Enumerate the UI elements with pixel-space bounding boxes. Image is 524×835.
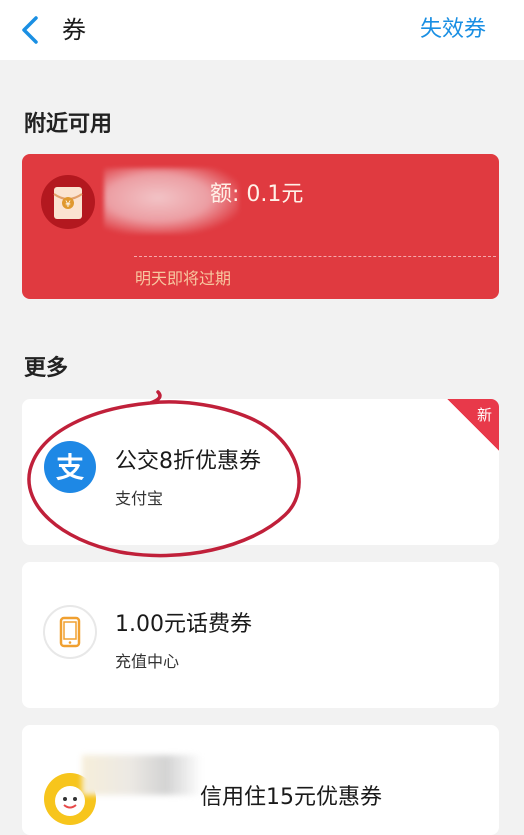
svg-text:¥: ¥: [65, 200, 71, 210]
section-title-more: 更多: [24, 356, 69, 381]
coupon-merchant: 支付宝: [115, 489, 164, 508]
expire-text: 明天即将过期: [135, 269, 232, 288]
coupon-card-bus[interactable]: 支 公交8折优惠券 支付宝 新: [22, 399, 499, 545]
coupon-card-phone[interactable]: 1.00元话费券 充值中心: [22, 562, 499, 708]
blurred-merchant-name: [82, 755, 202, 795]
new-badge-label: 新: [476, 406, 492, 424]
svg-text:支: 支: [56, 451, 84, 484]
coupon-name: 信用住15元优惠券: [200, 785, 382, 810]
top-bar: 券 失效券: [0, 0, 524, 60]
alipay-icon: 支: [42, 439, 98, 495]
phone-icon: [42, 604, 98, 660]
chevron-left-icon: [22, 16, 38, 44]
coupon-name: 公交8折优惠券: [115, 449, 261, 474]
coupon-name: 1.00元话费券: [115, 612, 252, 637]
section-title-nearby: 附近可用: [24, 112, 113, 137]
page-title: 券: [62, 16, 86, 44]
back-button[interactable]: [14, 12, 50, 48]
coupon-merchant: 充值中心: [115, 652, 180, 671]
invalid-coupons-link[interactable]: 失效券: [420, 12, 486, 48]
coupon-amount: 额: 0.1元: [210, 182, 304, 207]
red-coupon-card[interactable]: ¥ 额: 0.1元 明天即将过期: [22, 154, 499, 299]
dashed-divider: [134, 256, 496, 257]
red-envelope-icon: ¥: [40, 174, 96, 230]
